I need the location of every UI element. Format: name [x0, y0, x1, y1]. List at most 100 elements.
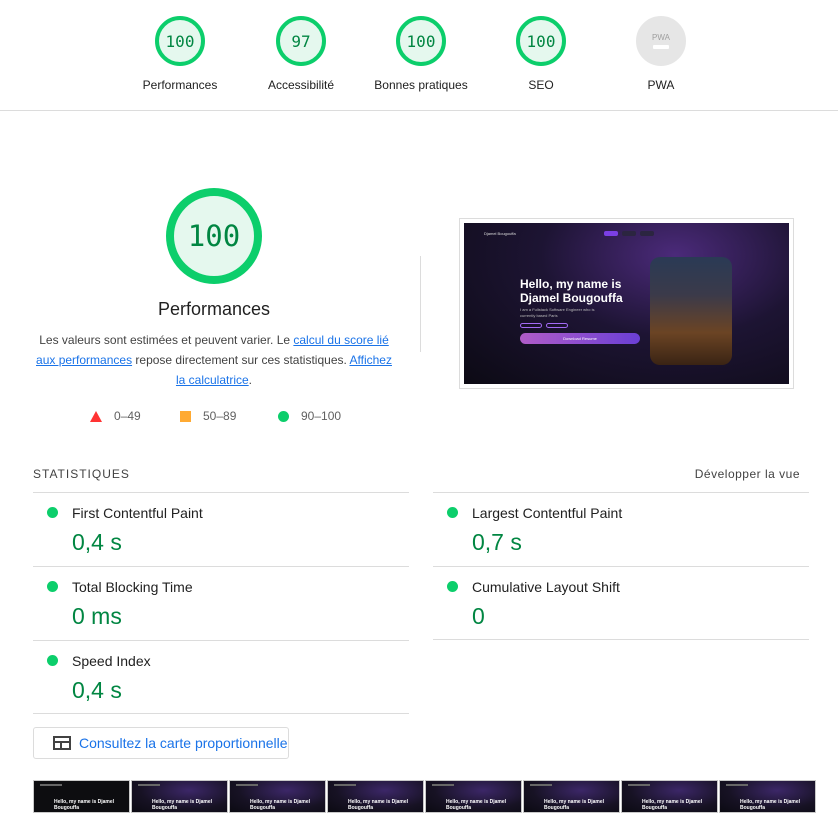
desc-text: Les valeurs sont estimées et peuvent var…	[39, 333, 294, 347]
filmstrip-frame: Hello, my name is Djamel Bougouffa	[327, 780, 424, 813]
metric-divider	[33, 713, 409, 714]
frame-nav	[236, 784, 258, 786]
pwa-dash-icon	[653, 45, 669, 49]
metric-cumulative-layout-shift: Cumulative Layout Shift 0	[433, 566, 809, 640]
performance-description: Les valeurs sont estimées et peuvent var…	[30, 330, 398, 390]
preview-nav-item	[622, 231, 636, 236]
expand-view-toggle[interactable]: Développer la vue	[600, 467, 800, 481]
frame-heading: Hello, my name is Djamel Bougouffa	[54, 799, 115, 811]
performance-title: Performances	[157, 299, 271, 319]
frame-heading: Hello, my name is Djamel Bougouffa	[152, 799, 213, 811]
category-best-practices[interactable]: 100 Bonnes pratiques	[361, 16, 481, 92]
frame-nav	[40, 784, 62, 786]
desc-text: .	[248, 373, 253, 387]
preview-heading: Hello, my name is Djamel Bougouffa	[520, 277, 623, 305]
preview-photo	[650, 257, 732, 365]
frame-heading: Hello, my name is Djamel Bougouffa	[348, 799, 409, 811]
metric-value: 0	[472, 603, 485, 629]
statistics-header: STATISTIQUES	[33, 467, 130, 481]
pass-circle-icon	[47, 655, 58, 666]
gauge-label: SEO	[528, 78, 554, 92]
metric-speed-index: Speed Index 0,4 s	[33, 640, 409, 714]
pwa-badge-text: PWA	[652, 33, 670, 42]
metric-value: 0 ms	[72, 603, 122, 629]
preview-buttons	[520, 323, 568, 328]
gauge-label: Performances	[142, 78, 218, 92]
metric-name: First Contentful Paint	[72, 505, 203, 521]
legend-range: 0–49	[114, 409, 141, 423]
frame-nav	[432, 784, 454, 786]
metric-name: Largest Contentful Paint	[472, 505, 623, 521]
desc-text: repose directement sur ces statistiques.	[132, 353, 350, 367]
frame-heading: Hello, my name is Djamel Bougouffa	[250, 799, 311, 811]
preview-nav-item	[604, 231, 618, 236]
screenshot-image: Djamel Bougouffa Hello, my name is Djame…	[464, 223, 789, 384]
metric-divider	[433, 639, 809, 640]
filmstrip-frame: Hello, my name is Djamel Bougouffa	[719, 780, 816, 813]
preview-download-button: Download Resume	[520, 333, 640, 344]
treemap-icon	[53, 736, 71, 750]
frame-nav	[726, 784, 748, 786]
metric-largest-contentful-paint: Largest Contentful Paint 0,7 s	[433, 492, 809, 566]
metric-name: Speed Index	[72, 653, 151, 669]
frame-nav	[530, 784, 552, 786]
frame-heading: Hello, my name is Djamel Bougouffa	[544, 799, 605, 811]
frame-heading: Hello, my name is Djamel Bougouffa	[642, 799, 703, 811]
metric-value: 0,4 s	[72, 529, 122, 555]
category-accessibility[interactable]: 97 Accessibilité	[241, 16, 361, 92]
frame-nav	[138, 784, 160, 786]
gauge-label: PWA	[647, 78, 675, 92]
filmstrip: Hello, my name is Djamel Bougouffa Hello…	[33, 780, 838, 813]
score-gauge: 100	[155, 16, 205, 66]
pass-circle-icon	[447, 581, 458, 592]
pass-circle-icon	[47, 581, 58, 592]
pass-circle-icon	[447, 507, 458, 518]
score-gauge: 100	[516, 16, 566, 66]
gauge-label: Accessibilité	[267, 78, 335, 92]
average-square-icon	[180, 410, 191, 422]
metric-name: Cumulative Layout Shift	[472, 579, 620, 595]
metric-name: Total Blocking Time	[72, 579, 193, 595]
performance-score-gauge: 100	[166, 188, 262, 284]
filmstrip-frame: Hello, my name is Djamel Bougouffa	[229, 780, 326, 813]
frame-nav	[334, 784, 356, 786]
pass-circle-icon	[278, 410, 289, 422]
score-gauge: 100	[396, 16, 446, 66]
view-treemap-button[interactable]: Consultez la carte proportionnelle	[33, 727, 289, 759]
final-screenshot[interactable]: Djamel Bougouffa Hello, my name is Djame…	[459, 218, 794, 389]
filmstrip-frame: Hello, my name is Djamel Bougouffa	[523, 780, 620, 813]
vertical-divider	[420, 256, 421, 352]
category-seo[interactable]: 100 SEO	[481, 16, 601, 92]
metric-first-contentful-paint: First Contentful Paint 0,4 s	[33, 492, 409, 566]
preview-nav	[604, 231, 654, 236]
category-pwa[interactable]: PWA PWA	[601, 16, 721, 92]
legend-average: 50–89	[180, 409, 236, 423]
preview-brand: Djamel Bougouffa	[484, 231, 516, 236]
filmstrip-frame: Hello, my name is Djamel Bougouffa	[621, 780, 718, 813]
metric-value: 0,7 s	[472, 529, 522, 555]
category-scores-bar: 100 Performances 97 Accessibilité 100 Bo…	[0, 0, 838, 111]
pwa-badge-icon: PWA	[636, 16, 686, 66]
metric-total-blocking-time: Total Blocking Time 0 ms	[33, 566, 409, 640]
frame-heading: Hello, my name is Djamel Bougouffa	[446, 799, 507, 811]
treemap-button-label: Consultez la carte proportionnelle	[79, 735, 288, 751]
legend-pass: 90–100	[278, 409, 341, 423]
frame-heading: Hello, my name is Djamel Bougouffa	[740, 799, 801, 811]
legend-range: 90–100	[301, 409, 342, 423]
preview-button	[546, 323, 568, 328]
preview-subtitle: I am a Fullstack Software Engineer who i…	[520, 307, 595, 318]
metric-value: 0,4 s	[72, 677, 122, 703]
filmstrip-frame: Hello, my name is Djamel Bougouffa	[131, 780, 228, 813]
score-gauge: 97	[276, 16, 326, 66]
legend-fail: 0–49	[90, 409, 141, 423]
category-performance[interactable]: 100 Performances	[120, 16, 240, 92]
filmstrip-frame: Hello, my name is Djamel Bougouffa	[425, 780, 522, 813]
gauge-label: Bonnes pratiques	[374, 78, 468, 92]
legend-range: 50–89	[203, 409, 237, 423]
pass-circle-icon	[47, 507, 58, 518]
fail-triangle-icon	[90, 410, 102, 422]
frame-nav	[628, 784, 650, 786]
preview-nav-item	[640, 231, 654, 236]
filmstrip-frame: Hello, my name is Djamel Bougouffa	[33, 780, 130, 813]
preview-button	[520, 323, 542, 328]
